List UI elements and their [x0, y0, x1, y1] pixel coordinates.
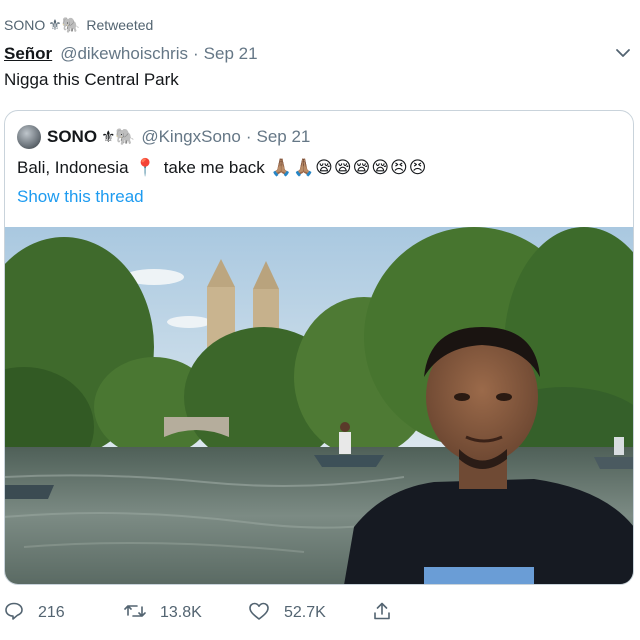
retweet-button[interactable]: 13.8K [124, 600, 202, 626]
like-count: 52.7K [284, 604, 326, 621]
cloud [167, 316, 211, 328]
quoted-tweet-text: Bali, Indonesia 📍 take me back 🙏🏽🙏🏽😪😪😪😪😣… [17, 155, 427, 181]
retweet-count: 13.8K [160, 604, 202, 621]
quoted-text-end: take me back [163, 158, 265, 177]
quoted-author-name[interactable]: SONO [47, 127, 97, 147]
like-button[interactable]: 52.7K [248, 600, 326, 626]
show-thread-link[interactable]: Show this thread [17, 187, 144, 207]
retweet-context[interactable]: SONO ⚜🐘 Retweeted [4, 14, 153, 36]
author-handle[interactable]: @dikewhoischris [60, 44, 188, 64]
reply-icon [4, 601, 38, 626]
heart-icon [248, 601, 284, 626]
quoted-tweet-header: SONO ⚜🐘 @KingxSono · Sep 21 [17, 125, 310, 149]
quoted-text-start: Bali, Indonesia [17, 158, 129, 177]
share-button[interactable] [372, 600, 406, 626]
tweet-header: Señor @dikewhoischris · Sep 21 [4, 42, 258, 66]
tweet-text: Nigga this Central Park [4, 70, 179, 89]
reply-count: 216 [38, 604, 65, 621]
quoted-author-handle[interactable]: @KingxSono [141, 127, 241, 147]
quoted-tweet-date[interactable]: Sep 21 [257, 127, 311, 147]
quoted-tweet-card[interactable]: SONO ⚜🐘 @KingxSono · Sep 21 Bali, Indone… [4, 110, 634, 585]
retweeter-name[interactable]: SONO [4, 17, 45, 33]
photo-illustration [5, 227, 633, 584]
quoted-header-separator: · [245, 127, 252, 146]
header-separator: · [193, 44, 199, 63]
share-icon [372, 601, 406, 626]
avatar[interactable] [17, 125, 41, 149]
chevron-down-icon[interactable] [614, 44, 632, 62]
retweeted-label: Retweeted [86, 17, 154, 33]
reply-button[interactable]: 216 [4, 600, 65, 626]
tweet-date[interactable]: Sep 21 [204, 44, 258, 64]
quoted-author-emoji: ⚜🐘 [101, 129, 136, 146]
tweet-photo[interactable] [5, 227, 633, 584]
tweet-actions: 216 13.8K 52.7K [4, 600, 404, 626]
quoted-text-emoji: 🙏🏽🙏🏽😪😪😪😪😣😣 [270, 158, 428, 177]
retweeter-emoji: ⚜🐘 [48, 17, 81, 34]
pin-emoji: 📍 [134, 158, 156, 177]
author-name[interactable]: Señor [4, 44, 52, 64]
retweet-icon [124, 601, 160, 626]
